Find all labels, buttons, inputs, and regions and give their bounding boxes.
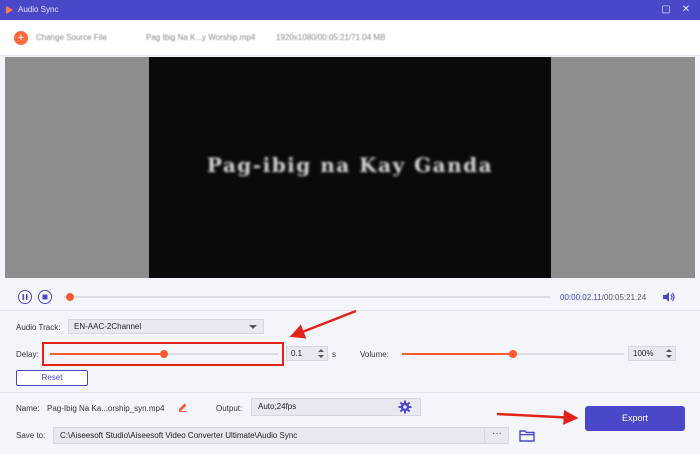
change-source-file-button[interactable]: Change Source File [36, 33, 107, 42]
playback-time: 00:00:02.11/00:05:21.24 [560, 293, 646, 302]
delay-input[interactable]: 0.1 [286, 346, 328, 361]
stop-icon [42, 294, 48, 300]
window-title: Audio Sync [18, 5, 59, 14]
delay-slider-handle[interactable] [160, 350, 168, 358]
spinner-arrows-icon[interactable] [317, 348, 325, 359]
video-caption: Pag-ibig na Kay Ganda [206, 153, 494, 177]
video-frame: Pag-ibig na Kay Ganda [149, 57, 551, 278]
output-label: Output: [216, 404, 243, 413]
volume-slider[interactable] [402, 350, 624, 358]
total-time: 00:05:21.24 [603, 293, 647, 302]
edit-icon[interactable] [178, 402, 188, 412]
divider [0, 392, 700, 393]
restore-icon[interactable]: ▢ [660, 4, 672, 16]
app-logo-icon [6, 6, 13, 14]
audio-track-select[interactable]: EN-AAC-2Channel [68, 319, 264, 334]
gear-icon[interactable] [398, 400, 412, 414]
divider [0, 310, 700, 311]
chevron-down-icon [249, 325, 257, 329]
output-file-name: Pag-Ibig Na Ka...orship_syn.mp4 [47, 404, 165, 413]
source-file-info: 1920x1080/00:05:21/71.04 MB [276, 33, 386, 42]
output-format-value: Auto;24fps [258, 402, 297, 411]
volume-input[interactable]: 100% [628, 346, 676, 361]
save-to-path: C:\Aiseesoft Studio\Aiseesoft Video Conv… [60, 431, 298, 440]
current-time: 00:00:02.11 [560, 293, 602, 302]
browse-button[interactable]: ··· [484, 427, 509, 444]
source-file-name: Pag Ibig Na K...y Worship.mp4 [146, 33, 256, 42]
export-button[interactable]: Export [585, 406, 685, 431]
folder-icon[interactable] [519, 429, 535, 442]
add-icon[interactable]: + [14, 31, 28, 45]
volume-label: Volume: [360, 350, 389, 359]
stop-button[interactable] [38, 290, 52, 304]
timeline-handle[interactable] [66, 293, 74, 301]
save-to-path-field[interactable]: C:\Aiseesoft Studio\Aiseesoft Video Conv… [53, 427, 509, 444]
save-to-label: Save to: [16, 431, 46, 440]
annotation-arrow-export [496, 409, 579, 425]
volume-slider-handle[interactable] [509, 350, 517, 358]
volume-value: 100% [633, 349, 654, 358]
playback-timeline[interactable] [64, 293, 550, 301]
spinner-arrows-icon[interactable] [665, 348, 673, 359]
close-icon[interactable]: ✕ [680, 4, 692, 16]
delay-slider[interactable] [50, 350, 278, 358]
delay-slider-fill [50, 353, 164, 355]
video-preview-area: Pag-ibig na Kay Ganda [5, 57, 695, 278]
annotation-arrow-delay [289, 309, 357, 339]
reset-button[interactable]: Reset [16, 370, 88, 386]
output-format-field[interactable]: Auto;24fps [251, 398, 421, 416]
pause-button[interactable] [18, 290, 32, 304]
source-file-bar: + Change Source File Pag Ibig Na K...y W… [0, 20, 700, 56]
delay-label: Delay: [16, 350, 39, 359]
audio-track-label: Audio Track: [16, 323, 61, 332]
name-label: Name: [16, 404, 40, 413]
audio-track-value: EN-AAC-2Channel [74, 322, 142, 331]
delay-unit: s [332, 350, 336, 359]
delay-value: 0.1 [291, 349, 303, 358]
volume-icon[interactable] [662, 291, 676, 303]
pause-icon [22, 294, 28, 300]
volume-slider-fill [402, 353, 513, 355]
title-bar: Audio Sync ▢ ✕ [0, 0, 700, 20]
